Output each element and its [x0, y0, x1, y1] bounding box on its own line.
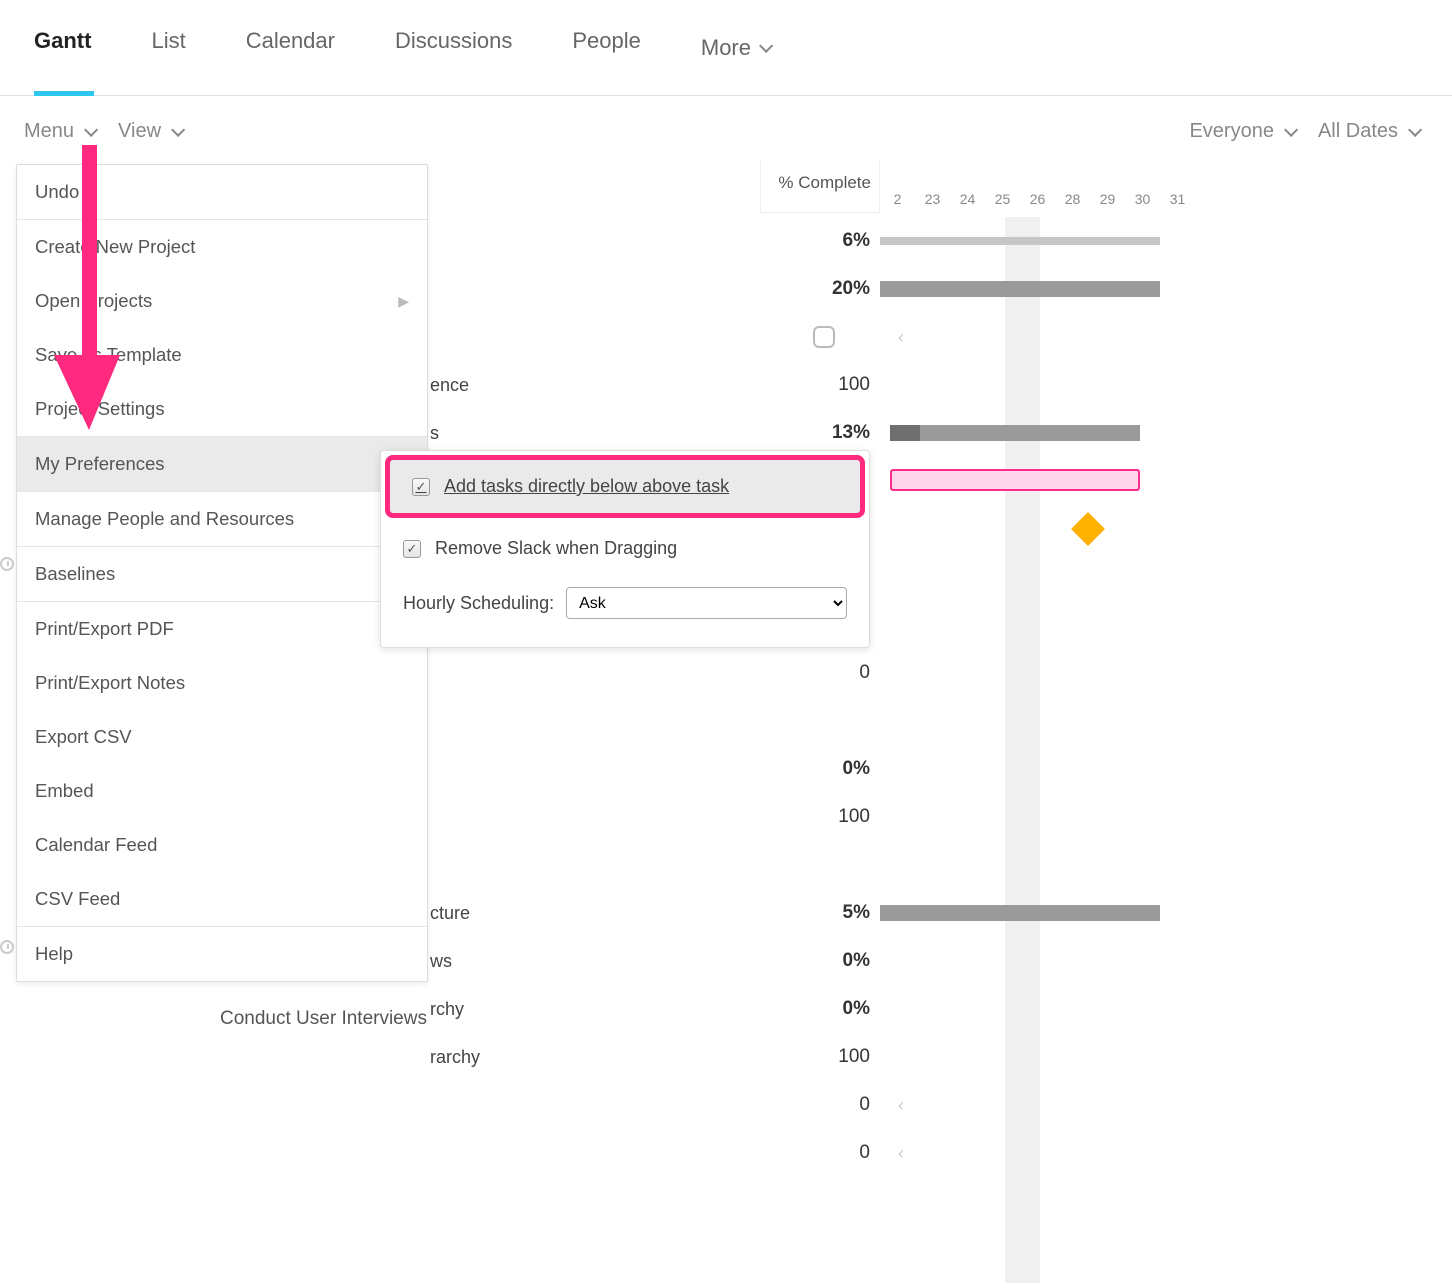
- chevron-down-icon: [84, 122, 98, 136]
- gantt-bar[interactable]: [880, 237, 1160, 245]
- menu-embed[interactable]: Embed: [17, 764, 427, 818]
- filter-all-dates[interactable]: All Dates: [1318, 120, 1418, 143]
- percent-complete: 0: [760, 662, 870, 684]
- task-name: rchy: [430, 999, 464, 1020]
- menu-create-project[interactable]: Create New Project: [17, 220, 427, 274]
- menu-save-template[interactable]: Save as Template: [17, 328, 427, 382]
- tab-more-label: More: [701, 35, 751, 61]
- menu-print-notes[interactable]: Print/Export Notes: [17, 656, 427, 710]
- submenu-arrow-icon: ▶: [398, 293, 409, 310]
- date-cell[interactable]: 31: [1160, 191, 1195, 217]
- menu-open-projects[interactable]: Open Projects ▶: [17, 274, 427, 328]
- hourly-scheduling-select[interactable]: Ask: [566, 587, 847, 619]
- percent-complete: 0: [760, 1142, 870, 1164]
- gantt-bar[interactable]: [880, 905, 1160, 921]
- percent-complete: 0%: [760, 998, 870, 1020]
- milestone-icon[interactable]: [1071, 512, 1105, 546]
- date-cell[interactable]: 23: [915, 191, 950, 217]
- menu-dropdown: Undo Create New Project Open Projects ▶ …: [16, 164, 428, 982]
- checkbox-empty[interactable]: [813, 326, 835, 348]
- tab-gantt[interactable]: Gantt: [34, 28, 91, 95]
- menu-calendar-feed[interactable]: Calendar Feed: [17, 818, 427, 872]
- date-cell[interactable]: 24: [950, 191, 985, 217]
- tab-calendar[interactable]: Calendar: [246, 28, 335, 95]
- filter-everyone[interactable]: Everyone: [1189, 120, 1294, 143]
- pref-hourly-scheduling: Hourly Scheduling: Ask: [381, 575, 869, 631]
- percent-complete: 6%: [760, 230, 870, 252]
- pref-remove-slack[interactable]: ✓ Remove Slack when Dragging: [381, 522, 869, 575]
- filter-all-dates-label: All Dates: [1318, 120, 1398, 143]
- date-cell[interactable]: 28: [1055, 191, 1090, 217]
- collapse-icon[interactable]: ‹: [898, 1143, 904, 1164]
- chevron-down-icon: [1284, 122, 1298, 136]
- task-row[interactable]: rchy 0%: [0, 985, 1452, 1033]
- date-cell[interactable]: 26: [1020, 191, 1055, 217]
- menu-manage-people[interactable]: Manage People and Resources: [17, 492, 427, 546]
- toolbar-view-label: View: [118, 120, 161, 143]
- percent-complete: 100: [760, 806, 870, 828]
- pref-add-tasks-below[interactable]: ✓ Add tasks directly below above task: [385, 455, 865, 518]
- percent-complete: 13%: [760, 422, 870, 444]
- timeline-header: 2 23 24 25 26 28 29 30 31: [880, 191, 1452, 217]
- percent-complete: 0%: [760, 950, 870, 972]
- checkbox-icon[interactable]: ✓: [403, 540, 421, 558]
- task-row[interactable]: 0 ‹: [0, 1129, 1452, 1177]
- checkbox-icon[interactable]: ✓: [412, 478, 430, 496]
- pref-remove-slack-label: Remove Slack when Dragging: [435, 538, 677, 559]
- date-cell[interactable]: 30: [1125, 191, 1160, 217]
- collapse-icon[interactable]: ‹: [898, 1095, 904, 1116]
- toolbar-view[interactable]: View: [118, 120, 181, 143]
- pref-hourly-label: Hourly Scheduling:: [403, 593, 554, 614]
- clock-icon: [0, 557, 14, 571]
- gantt-bar-progress[interactable]: [890, 425, 920, 441]
- clock-icon: [0, 940, 14, 954]
- preferences-flyout: ✓ Add tasks directly below above task ✓ …: [380, 450, 870, 648]
- menu-export-csv[interactable]: Export CSV: [17, 710, 427, 764]
- percent-complete: 0: [760, 1094, 870, 1116]
- task-row[interactable]: 0 ‹: [0, 1081, 1452, 1129]
- task-name: Conduct User Interviews: [220, 1008, 427, 1030]
- tab-more[interactable]: More: [701, 28, 769, 95]
- menu-project-settings[interactable]: Project Settings: [17, 382, 427, 436]
- task-row[interactable]: rarchy 100: [0, 1033, 1452, 1081]
- date-cell[interactable]: 25: [985, 191, 1020, 217]
- gantt-bar[interactable]: [880, 281, 1160, 297]
- menu-csv-feed[interactable]: CSV Feed: [17, 872, 427, 926]
- menu-print-pdf[interactable]: Print/Export PDF: [17, 602, 427, 656]
- menu-help[interactable]: Help: [17, 927, 427, 981]
- percent-complete: 100: [760, 1046, 870, 1068]
- tab-list[interactable]: List: [151, 28, 185, 95]
- percent-complete: 100: [760, 374, 870, 396]
- tab-discussions[interactable]: Discussions: [395, 28, 512, 95]
- menu-my-preferences[interactable]: My Preferences: [17, 437, 427, 491]
- task-name: s: [430, 423, 439, 444]
- task-name: cture: [430, 903, 470, 924]
- collapse-icon[interactable]: ‹: [898, 327, 904, 348]
- column-header-complete[interactable]: % Complete: [760, 161, 880, 213]
- gantt-bar[interactable]: [920, 425, 1140, 441]
- percent-complete: 5%: [760, 902, 870, 924]
- chevron-down-icon: [171, 122, 185, 136]
- top-tabs: Gantt List Calendar Discussions People M…: [0, 0, 1452, 96]
- menu-open-projects-label: Open Projects: [35, 290, 152, 312]
- percent-complete: 20%: [760, 278, 870, 300]
- gantt-bar-selected[interactable]: [890, 469, 1140, 491]
- menu-undo[interactable]: Undo: [17, 165, 427, 219]
- percent-complete: 0%: [760, 758, 870, 780]
- chevron-down-icon: [1408, 122, 1422, 136]
- filter-everyone-label: Everyone: [1189, 120, 1274, 143]
- date-cell[interactable]: 29: [1090, 191, 1125, 217]
- toolbar: Menu View Everyone All Dates: [0, 96, 1452, 161]
- task-name: ws: [430, 951, 452, 972]
- chevron-down-icon: [759, 38, 773, 52]
- task-name: rarchy: [430, 1047, 480, 1068]
- toolbar-menu-label: Menu: [24, 120, 74, 143]
- tab-people[interactable]: People: [572, 28, 641, 95]
- menu-baselines[interactable]: Baselines: [17, 547, 427, 601]
- task-name: ence: [430, 375, 469, 396]
- toolbar-menu[interactable]: Menu: [24, 120, 94, 143]
- pref-add-tasks-below-label: Add tasks directly below above task: [444, 476, 729, 497]
- date-cell[interactable]: 2: [880, 191, 915, 217]
